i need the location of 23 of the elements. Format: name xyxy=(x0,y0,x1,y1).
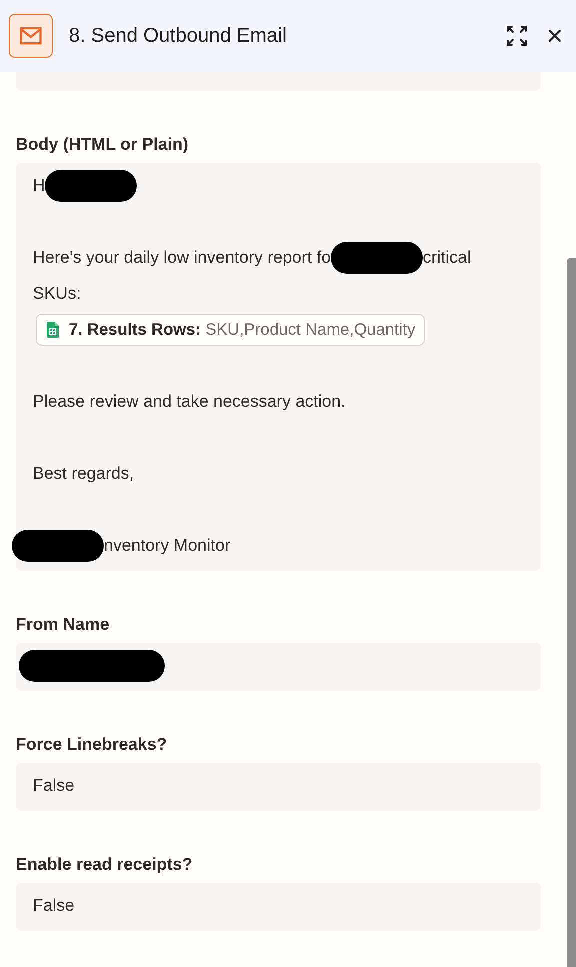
body-text: critical xyxy=(423,247,472,269)
field-label: Force Linebreaks? xyxy=(16,735,168,755)
input-field[interactable]: False xyxy=(16,763,541,811)
input-field[interactable] xyxy=(16,643,541,691)
body-text: SKUs: xyxy=(33,283,82,305)
body-text: H xyxy=(33,175,46,197)
body-text: False xyxy=(33,895,75,917)
body-text: Best regards, xyxy=(33,463,134,485)
field-label: Enable read receipts? xyxy=(16,855,194,875)
expand-icon[interactable] xyxy=(506,25,528,47)
input-field[interactable]: False xyxy=(16,883,541,931)
body-text: Please review and take necessary action. xyxy=(33,391,346,413)
close-icon[interactable] xyxy=(548,29,562,43)
body-text: nventory Monitor xyxy=(104,535,231,557)
scrollbar[interactable] xyxy=(567,258,576,967)
body-text: Here's your daily low inventory report fo xyxy=(33,247,332,269)
step-title: 8. Send Outbound Email xyxy=(69,24,288,48)
field-label: Body (HTML or Plain) xyxy=(16,135,190,155)
body-text: False xyxy=(33,775,75,797)
field-label: From Name xyxy=(16,615,111,635)
spreadsheet-icon xyxy=(47,322,59,338)
data-pill[interactable]: 7. Results Rows: SKU,Product Name,Quantity xyxy=(36,314,425,346)
email-app-icon xyxy=(9,14,53,58)
